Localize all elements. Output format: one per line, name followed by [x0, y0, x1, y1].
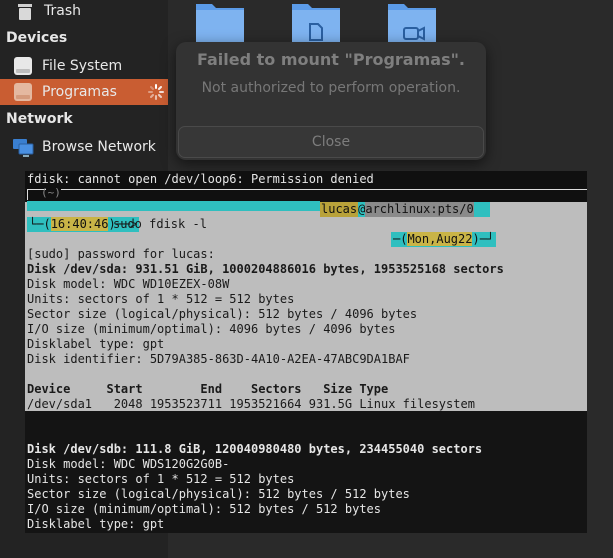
network-icon — [13, 139, 34, 157]
terminal-line: Disklabel type: gpt — [27, 517, 165, 531]
sidebar-item-programas[interactable]: Programas — [0, 79, 168, 105]
terminal-line: Units: sectors of 1 * 512 = 512 bytes — [27, 472, 295, 486]
drive-icon — [14, 57, 32, 75]
terminal-line: Sector size (logical/physical): 512 byte… — [27, 487, 410, 501]
sidebar-item-file-system[interactable]: File System — [0, 53, 168, 79]
sidebar-item-trash[interactable]: Trash — [0, 0, 168, 24]
prompt-host: archlinux:pts/0 — [365, 202, 474, 217]
terminal-line: Disk identifier: 5D79A385-863D-4A10-A2EA… — [27, 352, 410, 366]
documents-folder-icon[interactable] — [290, 0, 342, 42]
prompt-bar-end — [473, 202, 490, 217]
terminal-line: Disklabel type: gpt — [27, 337, 165, 351]
network-heading: Network — [6, 111, 73, 127]
sidebar-item-label: Programas — [42, 84, 117, 100]
terminal-line: Units: sectors of 1 * 512 = 512 bytes — [27, 292, 295, 306]
mount-error-notification: Failed to mount "Programas". Not authori… — [176, 42, 486, 160]
videos-folder-icon[interactable] — [386, 0, 438, 42]
prompt-frame-line — [61, 189, 587, 190]
terminal-command: sudo fdisk -l — [113, 217, 207, 231]
prompt-user-host: lucas @ archlinux:pts/0 — [320, 202, 490, 217]
terminal-line: Disk /dev/sdb: 111.8 GiB, 120040980480 b… — [27, 442, 483, 456]
terminal-line: I/O size (minimum/optimal): 4096 bytes /… — [27, 322, 396, 336]
loading-spinner-icon — [148, 84, 164, 100]
terminal-line: Device Start End Sectors Size Type — [27, 382, 389, 396]
prompt-user: lucas — [320, 202, 359, 217]
prompt-time: 16:40:46 — [50, 217, 109, 231]
prompt-date-tag: ─(Mon,Aug22)─┘ — [391, 232, 497, 247]
prompt-cwd: (~) — [41, 186, 61, 199]
terminal-line: I/O size (minimum/optimal): 512 bytes / … — [27, 502, 382, 516]
terminal-line: Sector size (logical/physical): 512 byte… — [27, 307, 418, 321]
terminal-window[interactable]: fdisk: cannot open /dev/loop6: Permissio… — [25, 171, 587, 533]
notification-body: Not authorized to perform operation. — [201, 80, 461, 96]
terminal-line: Disk model: WDC WD10EZEX-08W — [27, 277, 230, 291]
terminal-line: Disk model: WDC WDS120G2G0B- — [27, 457, 230, 471]
prompt-at: @ — [358, 202, 366, 217]
close-button[interactable]: Close — [178, 126, 484, 158]
sidebar-item-label: File System — [42, 58, 123, 74]
sidebar-item-label: Trash — [44, 3, 81, 19]
sidebar-item-label: Browse Network — [42, 139, 156, 155]
prompt-date: Mon,Aug22 — [407, 232, 473, 246]
devices-heading: Devices — [6, 30, 68, 46]
terminal-line: /dev/sda1 2048 1953523711 1953521664 931… — [27, 397, 475, 411]
prompt-bar — [27, 201, 320, 211]
terminal-error-line: fdisk: cannot open /dev/loop6: Permissio… — [27, 172, 374, 186]
notification-title: Failed to mount "Programas". — [197, 50, 465, 69]
terminal-line: [sudo] password for lucas: — [27, 247, 215, 261]
terminal-line: Disk /dev/sda: 931.51 GiB, 1000204886016… — [27, 262, 504, 276]
trash-icon — [18, 4, 32, 20]
sidebar-item-browse-network[interactable]: Browse Network — [0, 134, 168, 160]
drive-icon — [14, 83, 32, 101]
folder-icon[interactable] — [194, 0, 246, 42]
